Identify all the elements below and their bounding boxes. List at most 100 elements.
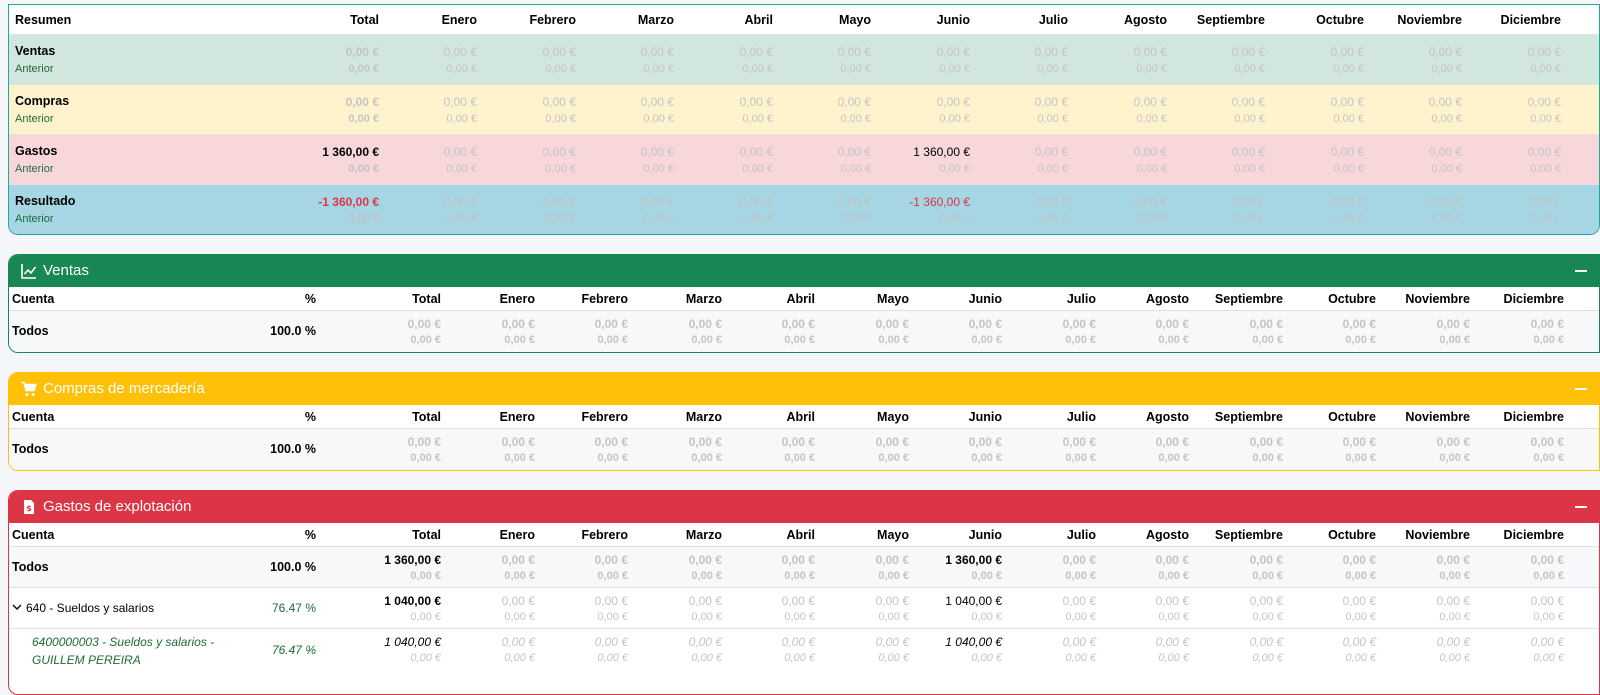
row-month-previous: 0,00 € bbox=[691, 452, 722, 464]
column-header-percent: % bbox=[304, 292, 316, 306]
summary-header-month: Marzo bbox=[637, 13, 674, 27]
summary-table: Resumen Total Enero Febrero Marzo Abril Mayo Ju… bbox=[8, 4, 1600, 235]
collapse-minus-icon[interactable] bbox=[1575, 506, 1587, 508]
row-month-previous: 0,00 € bbox=[1065, 334, 1096, 346]
summary-month-value: 0,00 € bbox=[640, 195, 674, 209]
summary-month-value: 0,00 € bbox=[1133, 195, 1167, 209]
account-percent: 76.47 % bbox=[271, 643, 316, 657]
section-header-ventas[interactable]: Ventas bbox=[9, 255, 1599, 287]
summary-total-previous: 0,00 € bbox=[348, 63, 379, 75]
column-header-month: Julio bbox=[1066, 410, 1096, 424]
collapse-minus-icon[interactable] bbox=[1575, 388, 1587, 390]
summary-month-value: 0,00 € bbox=[542, 145, 576, 159]
summary-month-value: 0,00 € bbox=[837, 195, 871, 209]
row-month-previous: 0,00 € bbox=[1252, 334, 1283, 346]
summary-row-previous-label: Anterior bbox=[15, 63, 54, 75]
summary-total-value: 0,00 € bbox=[345, 95, 379, 109]
summary-month-value: 0,00 € bbox=[443, 145, 477, 159]
row-month-value: 0,00 € bbox=[781, 594, 815, 608]
summary-header-month: Enero bbox=[441, 13, 477, 27]
summary-header-month: Agosto bbox=[1123, 13, 1167, 27]
collapse-minus-icon[interactable] bbox=[1575, 270, 1587, 272]
row-month-previous: 0,00 € bbox=[1252, 652, 1283, 664]
row-month-previous: 0,00 € bbox=[878, 334, 909, 346]
row-month-value: 0,00 € bbox=[875, 553, 909, 567]
row-month-value: 0,00 € bbox=[1249, 635, 1283, 649]
row-month-value: 0,00 € bbox=[1436, 553, 1470, 567]
row-month-value: 0,00 € bbox=[1342, 553, 1376, 567]
summary-month-value: 0,00 € bbox=[640, 45, 674, 59]
summary-row-gastos: Gastos Anterior 1 360,00 € 0,00 € 0,00 € 0,00… bbox=[9, 135, 1599, 185]
summary-month-previous: 0,00 € bbox=[1234, 163, 1265, 175]
account-name[interactable]: 6400000003 - Sueldos y salarios - GUILLE… bbox=[32, 633, 232, 669]
summary-month-value: 0,00 € bbox=[1034, 145, 1068, 159]
row-month-previous: 0,00 € bbox=[1533, 611, 1564, 623]
column-header-total: Total bbox=[412, 410, 441, 424]
summary-total-previous: 0,00 € bbox=[348, 163, 379, 175]
summary-month-previous: 0,00 € bbox=[1234, 63, 1265, 75]
summary-month-previous: 0,00 € bbox=[1037, 213, 1068, 225]
row-month-previous: 0,00 € bbox=[1252, 452, 1283, 464]
row-month-value: 0,00 € bbox=[501, 317, 535, 331]
row-month-value: 1 040,00 € bbox=[945, 635, 1002, 649]
summary-total-previous: 0,00 € bbox=[348, 113, 379, 125]
row-month-value: 0,00 € bbox=[594, 553, 628, 567]
account-percent: 100.0 % bbox=[270, 442, 316, 456]
column-header-month: Abril bbox=[786, 292, 815, 306]
row-month-value: 0,00 € bbox=[1530, 317, 1564, 331]
summary-month-previous: 0,00 € bbox=[1530, 63, 1561, 75]
chevron-down-icon[interactable] bbox=[12, 601, 22, 615]
table-row-account[interactable]: 6400000003 - Sueldos y salarios - GUILLE… bbox=[9, 629, 1599, 673]
column-header-month: Septiembre bbox=[1214, 528, 1283, 542]
summary-month-previous: 0,00 € bbox=[643, 113, 674, 125]
summary-month-previous: 0,00 € bbox=[742, 163, 773, 175]
table-row-all: Todos 100.0 % 0,00 € 0,00 € 0,00 € 0,00 € 0,00… bbox=[9, 429, 1599, 470]
summary-month-previous: 0,00 € bbox=[1136, 213, 1167, 225]
column-header-account: Cuenta bbox=[12, 528, 55, 542]
table-row-group[interactable]: 640 - Sueldos y salarios 76.47 % 1 040,00 … bbox=[9, 588, 1599, 629]
column-header-month: Noviembre bbox=[1405, 410, 1470, 424]
svg-text:$: $ bbox=[26, 504, 32, 513]
section-header-compras[interactable]: Compras de mercadería bbox=[9, 373, 1599, 405]
summary-month-value: 0,00 € bbox=[1428, 195, 1462, 209]
summary-month-previous: 0,00 € bbox=[643, 63, 674, 75]
summary-month-value: 0,00 € bbox=[1231, 145, 1265, 159]
summary-month-previous: 0,00 € bbox=[939, 63, 970, 75]
row-month-value: 0,00 € bbox=[1155, 317, 1189, 331]
invoice-icon: $ bbox=[21, 499, 37, 515]
line-chart-icon bbox=[21, 263, 37, 279]
row-month-previous: 0,00 € bbox=[1439, 570, 1470, 582]
summary-month-value: 0,00 € bbox=[1133, 145, 1167, 159]
row-month-previous: 0,00 € bbox=[784, 452, 815, 464]
row-month-previous: 0,00 € bbox=[1158, 611, 1189, 623]
table-row-all: Todos 100.0 % 1 360,00 € 0,00 € 0,00 € 0,00 €… bbox=[9, 547, 1599, 588]
row-month-value: 0,00 € bbox=[501, 594, 535, 608]
summary-total-value: 0,00 € bbox=[345, 45, 379, 59]
row-month-value: 0,00 € bbox=[501, 635, 535, 649]
summary-header-month: Diciembre bbox=[1500, 13, 1561, 27]
row-month-value: 0,00 € bbox=[875, 435, 909, 449]
summary-month-value: 0,00 € bbox=[443, 195, 477, 209]
summary-month-value: 0,00 € bbox=[1527, 145, 1561, 159]
column-header-month: Abril bbox=[786, 410, 815, 424]
section-title: Compras de mercadería bbox=[43, 380, 205, 397]
row-month-previous: 0,00 € bbox=[1533, 334, 1564, 346]
row-month-previous: 0,00 € bbox=[784, 334, 815, 346]
row-month-value: 0,00 € bbox=[1062, 635, 1096, 649]
section-table-header: Cuenta% Total Enero Febrero Marzo Abril Mayo Ju… bbox=[9, 405, 1599, 429]
summary-month-previous: 0,00 € bbox=[742, 213, 773, 225]
summary-month-value: 0,00 € bbox=[739, 45, 773, 59]
row-month-value: 0,00 € bbox=[968, 435, 1002, 449]
row-month-previous: 0,00 € bbox=[971, 452, 1002, 464]
summary-month-previous: 0,00 € bbox=[643, 213, 674, 225]
column-header-month: Julio bbox=[1066, 528, 1096, 542]
account-name: Todos bbox=[12, 442, 49, 456]
row-month-previous: 0,00 € bbox=[1345, 570, 1376, 582]
row-month-value: 0,00 € bbox=[688, 635, 722, 649]
summary-month-previous: 0,00 € bbox=[840, 63, 871, 75]
account-name[interactable]: 640 - Sueldos y salarios bbox=[12, 601, 154, 615]
section-header-gastos[interactable]: $ Gastos de explotación bbox=[9, 491, 1599, 523]
summary-month-value: 0,00 € bbox=[1428, 145, 1462, 159]
column-header-month: Noviembre bbox=[1405, 528, 1470, 542]
summary-month-previous: 0,00 € bbox=[545, 113, 576, 125]
